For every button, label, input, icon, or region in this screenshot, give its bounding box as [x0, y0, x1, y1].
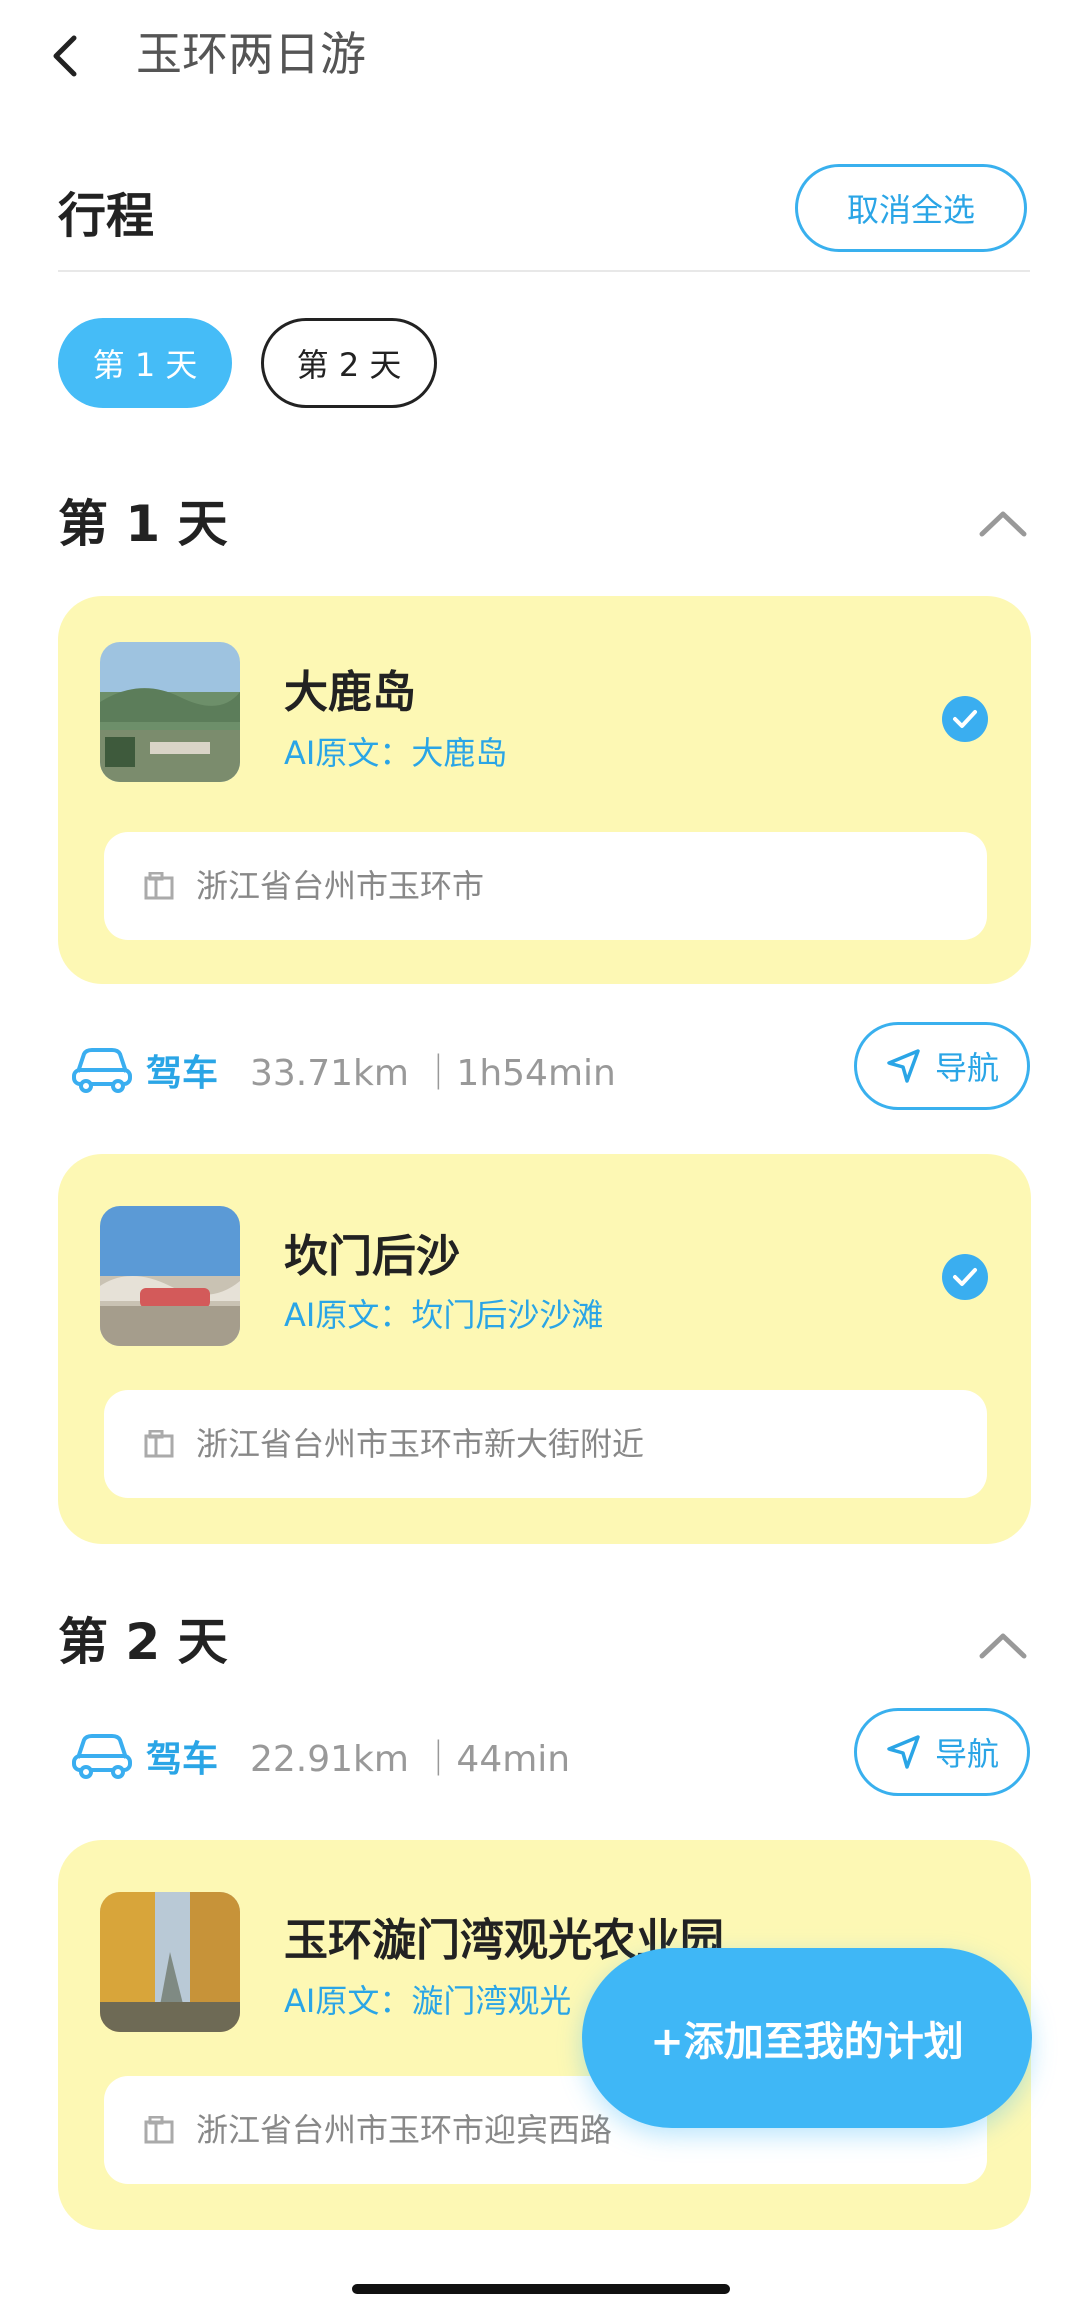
address-text: 浙江省台州市玉环市新大街附近: [196, 1425, 645, 1463]
chevron-up-icon[interactable]: [978, 1630, 1028, 1660]
address-box: 浙江省台州市玉环市: [104, 832, 987, 940]
route-stats: 22.91km ｜44min: [250, 1739, 571, 1780]
navigate-button[interactable]: 导航: [854, 1022, 1030, 1110]
page-title: 玉环两日游: [136, 27, 366, 81]
building-icon: [144, 1429, 174, 1458]
navigation-arrow-icon: [887, 1049, 920, 1083]
route-info-row: 驾车 33.71km ｜1h54min 导航: [58, 1022, 1030, 1114]
deselect-all-button[interactable]: 取消全选: [795, 164, 1027, 252]
address-text: 浙江省台州市玉环市: [196, 867, 485, 905]
navigate-label: 导航: [934, 1735, 999, 1773]
car-icon: [70, 1042, 134, 1094]
checkbox-checked-icon[interactable]: [942, 1254, 988, 1300]
add-to-plan-button[interactable]: +添加至我的计划: [582, 1948, 1032, 2128]
ai-source-text: AI原文：漩门湾观光: [284, 1982, 572, 2020]
place-thumbnail: [100, 642, 240, 782]
home-indicator: [352, 2284, 730, 2294]
itinerary-title: 行程: [58, 188, 155, 244]
navigate-label: 导航: [934, 1049, 999, 1087]
tab-day-2[interactable]: 第 2 天: [261, 318, 437, 408]
day-2-heading: 第 2 天: [58, 1613, 228, 1671]
route-stats: 33.71km ｜1h54min: [250, 1053, 616, 1094]
address-box: 浙江省台州市玉环市新大街附近: [104, 1390, 987, 1498]
chevron-up-icon[interactable]: [978, 508, 1028, 538]
route-mode: 驾车: [146, 1739, 219, 1780]
navigation-arrow-icon: [887, 1735, 920, 1769]
navigate-button[interactable]: 导航: [854, 1708, 1030, 1796]
place-thumbnail: [100, 1892, 240, 2032]
car-icon: [70, 1728, 134, 1780]
tab-day-1[interactable]: 第 1 天: [58, 318, 232, 408]
divider: [58, 270, 1030, 272]
ai-source-text: AI原文：大鹿岛: [284, 734, 508, 772]
place-name: 大鹿岛: [284, 667, 416, 718]
checkbox-checked-icon[interactable]: [942, 696, 988, 742]
back-arrow-icon[interactable]: [44, 28, 92, 84]
route-info-row: 驾车 22.91km ｜44min 导航: [58, 1708, 1030, 1800]
place-card[interactable]: 坎门后沙 AI原文：坎门后沙沙滩 浙江省台州市玉环市新大街附近: [58, 1154, 1031, 1544]
ai-source-text: AI原文：坎门后沙沙滩: [284, 1296, 604, 1334]
route-mode: 驾车: [146, 1053, 219, 1094]
building-icon: [144, 871, 174, 900]
place-card[interactable]: 大鹿岛 AI原文：大鹿岛 浙江省台州市玉环市: [58, 596, 1031, 984]
place-thumbnail: [100, 1206, 240, 1346]
building-icon: [144, 2115, 174, 2144]
day-1-heading: 第 1 天: [58, 495, 228, 553]
address-text: 浙江省台州市玉环市迎宾西路: [196, 2111, 613, 2149]
place-name: 坎门后沙: [284, 1231, 460, 1282]
